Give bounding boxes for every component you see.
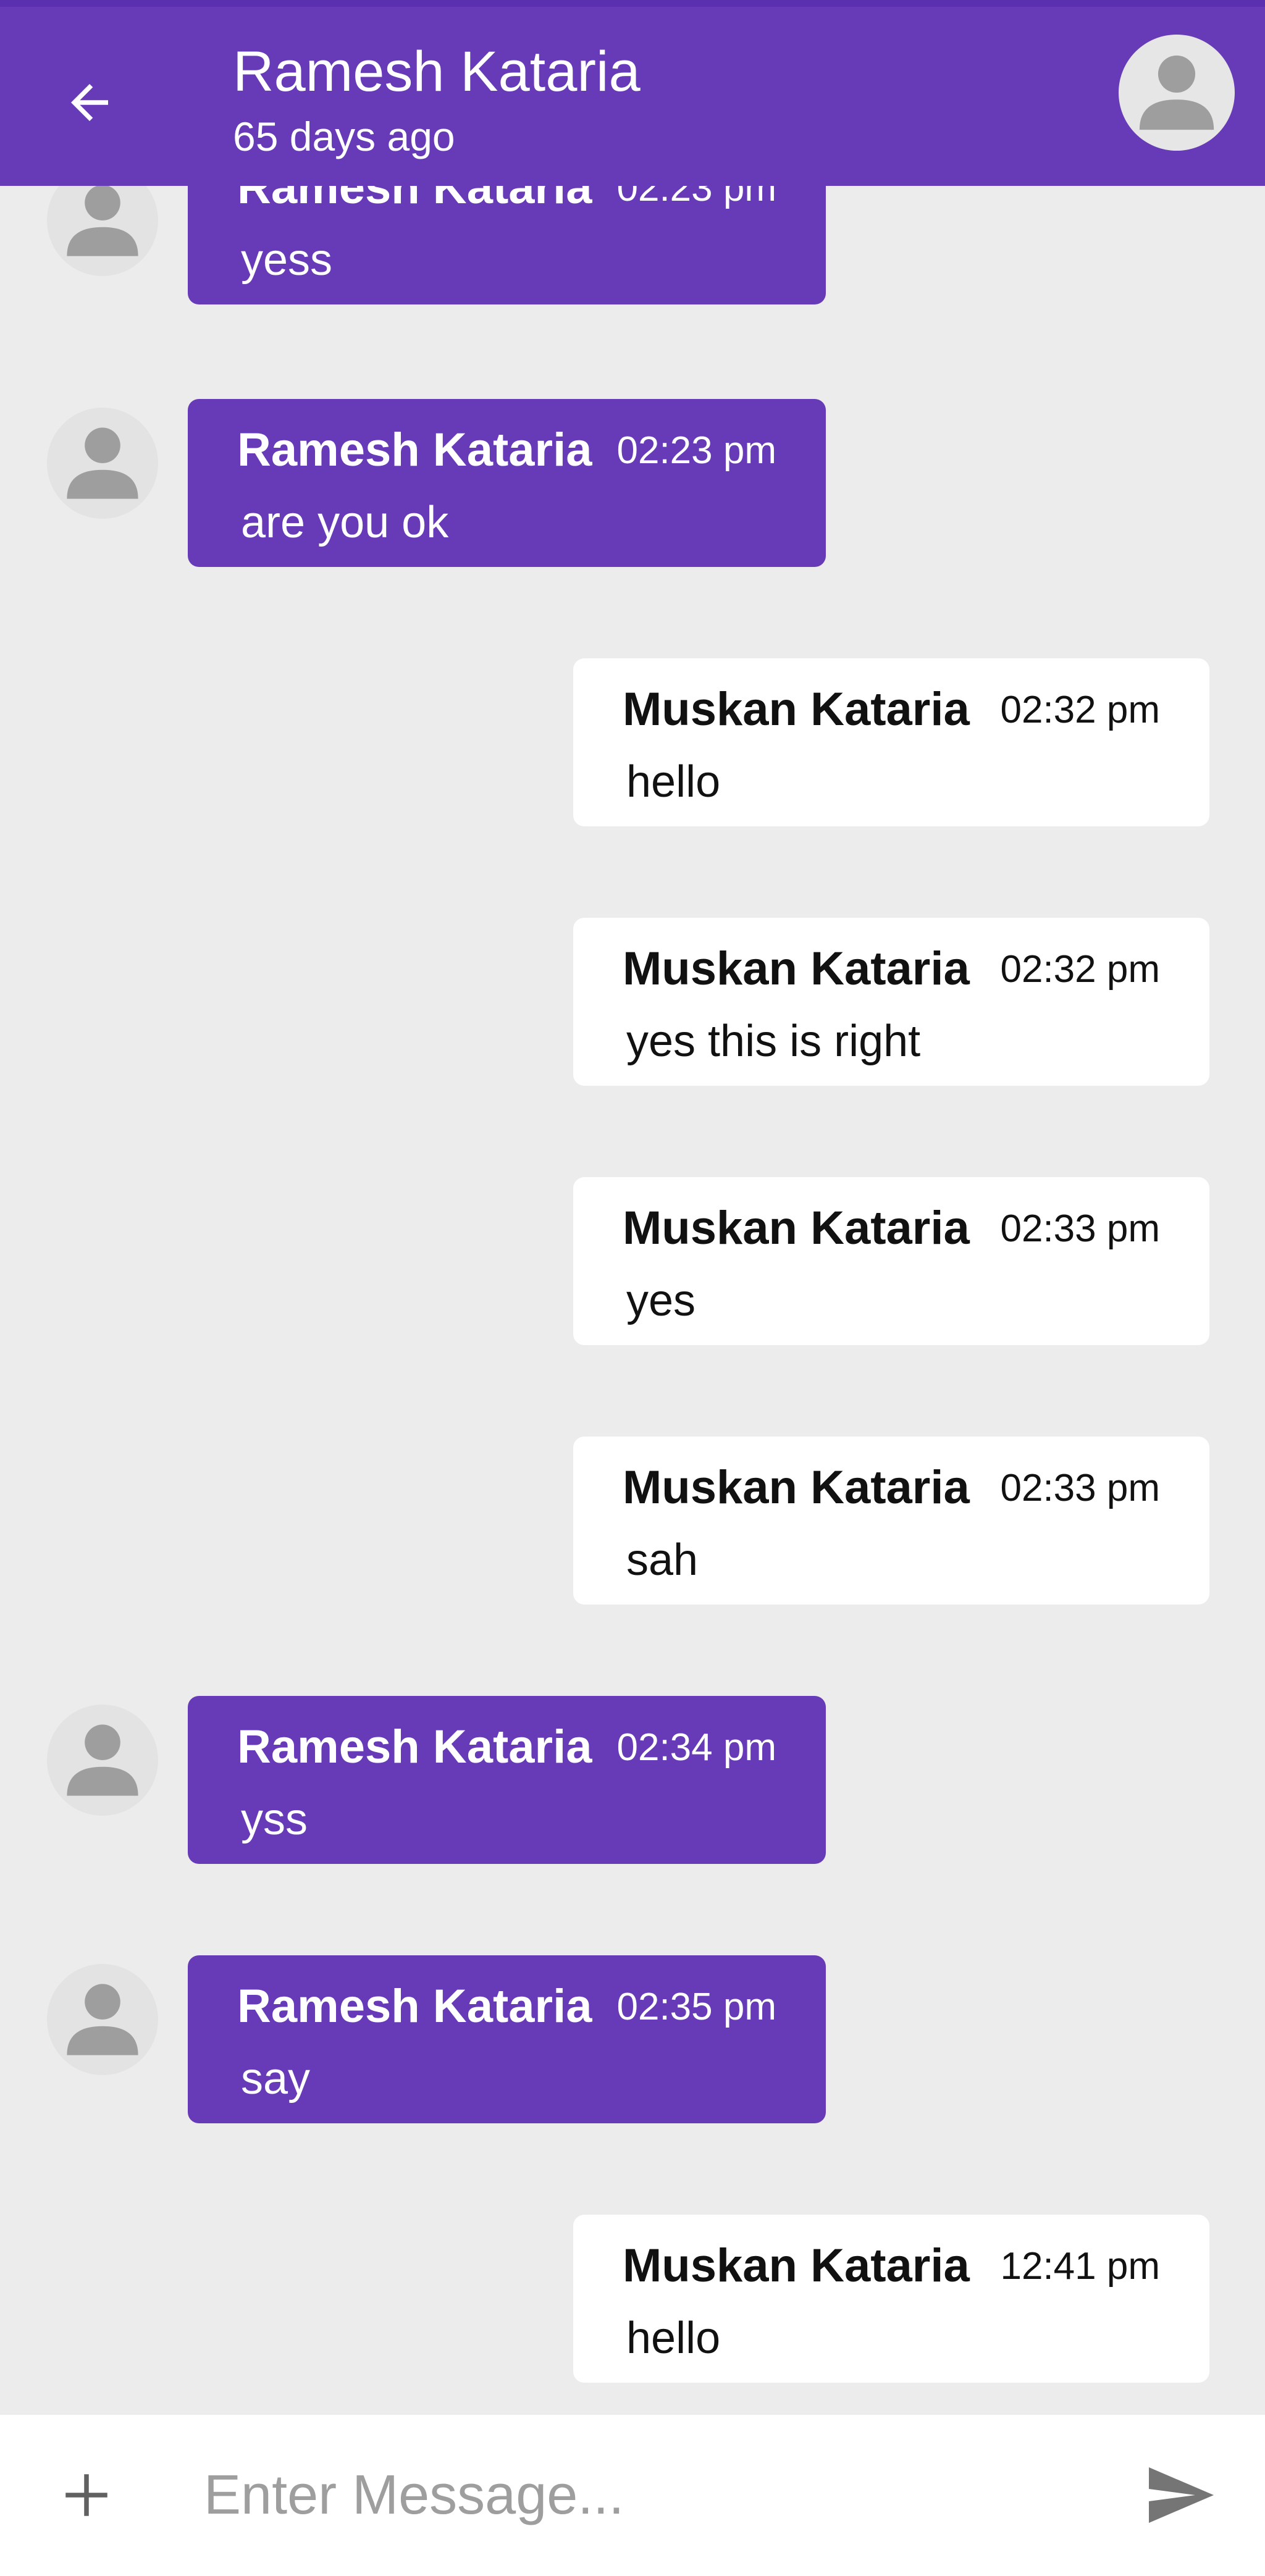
message-bubble[interactable]: Ramesh Kataria 02:35 pm say bbox=[188, 1955, 826, 2123]
message-row: Ramesh Kataria 02:23 pm yess bbox=[0, 186, 1265, 304]
message-time: 02:33 pm bbox=[1000, 1467, 1160, 1509]
status-strip bbox=[0, 0, 1265, 7]
user-silhouette-icon bbox=[67, 1984, 138, 2055]
message-row: Muskan Kataria 02:32 pm yes this is righ… bbox=[0, 918, 1265, 1086]
message-sender: Ramesh Kataria bbox=[237, 186, 592, 214]
message-text: say bbox=[241, 2054, 311, 2104]
message-time: 02:23 pm bbox=[616, 429, 776, 472]
message-time: 12:41 pm bbox=[1000, 2245, 1160, 2288]
message-row: Ramesh Kataria 02:35 pm say bbox=[0, 1955, 1265, 2123]
message-bubble[interactable]: Ramesh Kataria 02:23 pm are you ok bbox=[188, 399, 826, 567]
message-text: hello bbox=[626, 757, 721, 807]
message-bubble[interactable]: Muskan Kataria 12:41 pm hello bbox=[573, 2215, 1209, 2383]
user-silhouette-icon bbox=[1139, 55, 1214, 130]
message-sender: Muskan Kataria bbox=[623, 683, 970, 736]
message-row: Ramesh Kataria 02:34 pm yss bbox=[0, 1696, 1265, 1864]
message-row: Muskan Kataria 02:32 pm hello bbox=[0, 658, 1265, 826]
message-input[interactable] bbox=[204, 2415, 1093, 2576]
message-list[interactable]: Ramesh Kataria 02:23 pm yess Ramesh Kata… bbox=[0, 186, 1265, 2415]
message-text: yes this is right bbox=[626, 1017, 921, 1066]
message-time: 02:35 pm bbox=[616, 1986, 776, 2028]
chat-header: Ramesh Kataria 65 days ago bbox=[0, 7, 1265, 186]
message-sender: Muskan Kataria bbox=[623, 1461, 970, 1514]
message-time: 02:32 pm bbox=[1000, 689, 1160, 731]
user-silhouette-icon bbox=[67, 427, 138, 499]
user-silhouette-icon bbox=[67, 1724, 138, 1796]
message-row: Muskan Kataria 02:33 pm sah bbox=[0, 1437, 1265, 1605]
message-time: 02:33 pm bbox=[1000, 1207, 1160, 1250]
message-sender: Ramesh Kataria bbox=[237, 1721, 592, 1773]
message-text: hello bbox=[626, 2314, 721, 2363]
message-sender: Ramesh Kataria bbox=[237, 424, 592, 476]
message-bubble[interactable]: Ramesh Kataria 02:34 pm yss bbox=[188, 1696, 826, 1864]
sender-avatar bbox=[47, 408, 158, 519]
message-composer bbox=[0, 2415, 1265, 2576]
message-text: sah bbox=[626, 1535, 699, 1585]
message-bubble[interactable]: Muskan Kataria 02:33 pm yes bbox=[573, 1177, 1209, 1345]
plus-icon bbox=[65, 2474, 107, 2516]
message-sender: Ramesh Kataria bbox=[237, 1980, 592, 2033]
contact-name[interactable]: Ramesh Kataria bbox=[233, 38, 641, 106]
message-time: 02:23 pm bbox=[616, 186, 776, 209]
message-text: are you ok bbox=[241, 498, 449, 547]
attach-button[interactable] bbox=[43, 2452, 130, 2538]
contact-avatar[interactable] bbox=[1119, 35, 1235, 151]
send-icon bbox=[1149, 2467, 1214, 2523]
message-row: Muskan Kataria 12:41 pm hello bbox=[0, 2215, 1265, 2383]
sender-avatar bbox=[47, 186, 158, 276]
message-sender: Muskan Kataria bbox=[623, 1202, 970, 1254]
send-button[interactable] bbox=[1137, 2452, 1223, 2538]
message-text: yess bbox=[241, 235, 333, 285]
sender-avatar bbox=[47, 1705, 158, 1816]
message-text: yes bbox=[626, 1276, 696, 1325]
message-sender: Muskan Kataria bbox=[623, 2239, 970, 2292]
message-bubble[interactable]: Ramesh Kataria 02:23 pm yess bbox=[188, 186, 826, 304]
message-bubble[interactable]: Muskan Kataria 02:32 pm hello bbox=[573, 658, 1209, 826]
arrow-left-icon bbox=[71, 84, 108, 121]
message-time: 02:32 pm bbox=[1000, 948, 1160, 991]
back-button[interactable] bbox=[49, 62, 130, 143]
last-seen-status: 65 days ago bbox=[233, 114, 455, 159]
user-silhouette-icon bbox=[67, 186, 138, 256]
sender-avatar bbox=[47, 1964, 158, 2075]
message-text: yss bbox=[241, 1795, 308, 1844]
message-sender: Muskan Kataria bbox=[623, 942, 970, 995]
message-row: Muskan Kataria 02:33 pm yes bbox=[0, 1177, 1265, 1345]
message-bubble[interactable]: Muskan Kataria 02:33 pm sah bbox=[573, 1437, 1209, 1605]
message-time: 02:34 pm bbox=[616, 1726, 776, 1769]
message-bubble[interactable]: Muskan Kataria 02:32 pm yes this is righ… bbox=[573, 918, 1209, 1086]
message-row: Ramesh Kataria 02:23 pm are you ok bbox=[0, 399, 1265, 567]
